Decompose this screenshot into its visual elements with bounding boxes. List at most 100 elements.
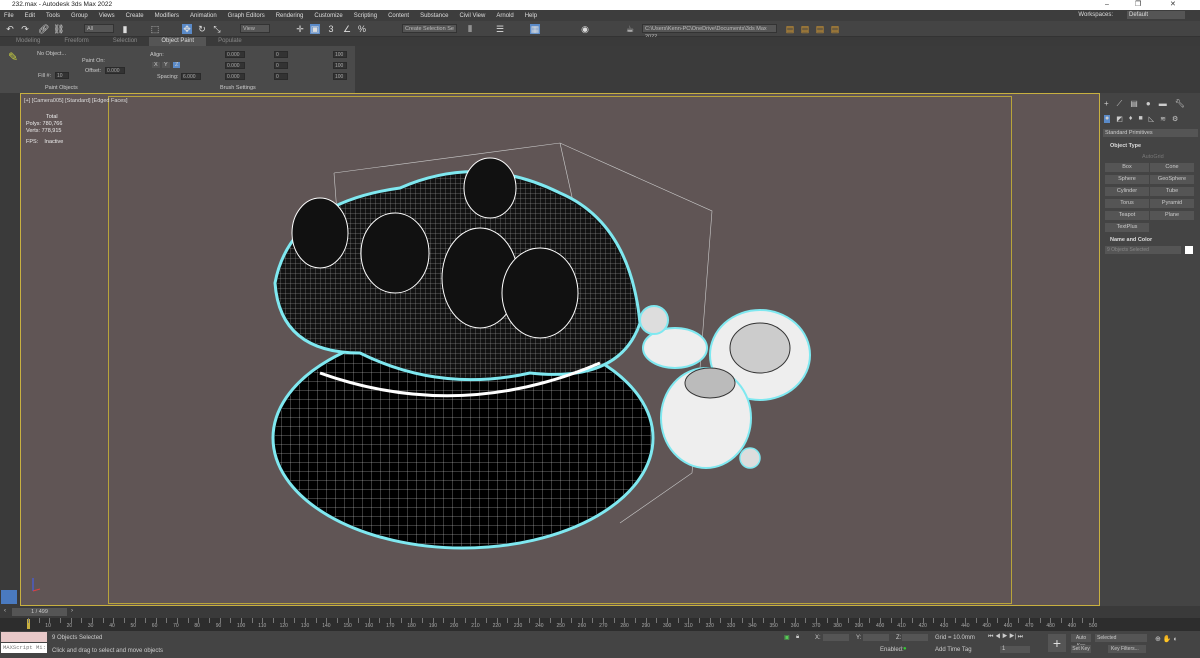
geosphere-button[interactable]: GeoSphere <box>1150 175 1194 184</box>
textplus-button[interactable]: TextPlus <box>1105 223 1149 232</box>
viewport-nav-icons[interactable]: ⊕ ✋ ◐ <box>1155 635 1178 643</box>
time-slider[interactable]: ‹ 1 / 499 › <box>0 606 1200 618</box>
align-dropdown[interactable]: Align: <box>150 52 164 58</box>
add-time-tag[interactable]: Add Time Tag <box>935 647 972 653</box>
project-icon[interactable]: ▤ <box>785 24 795 34</box>
z-spinner[interactable]: 0 <box>274 73 288 80</box>
maximize-button[interactable]: ❐ <box>1135 0 1141 10</box>
project-save-icon[interactable]: ▤ <box>815 24 825 34</box>
menu-group[interactable]: Group <box>71 13 88 19</box>
coord-z-field[interactable] <box>902 634 928 641</box>
object-color-swatch[interactable] <box>1185 246 1193 254</box>
menu-civil-view[interactable]: Civil View <box>459 13 485 19</box>
angle-snap-icon[interactable]: ∠ <box>342 24 352 34</box>
project-folder-dropdown[interactable]: C:\Users\Kenn-PC\OneDrive\Documents\3ds … <box>642 24 777 40</box>
paint-objects-group-label[interactable]: Paint Objects <box>45 85 78 91</box>
helpers-icon[interactable]: ◺ <box>1149 115 1154 123</box>
menu-modifiers[interactable]: Modifiers <box>155 13 179 19</box>
viewport-layout-button[interactable] <box>1 590 17 604</box>
set-key-button[interactable]: Set Key <box>1071 645 1091 653</box>
menu-rendering[interactable]: Rendering <box>276 13 304 19</box>
percent-snap-icon[interactable]: % <box>357 24 367 34</box>
coord-y-field[interactable] <box>863 634 889 641</box>
time-slider-thumb[interactable]: 1 / 499 <box>12 608 67 616</box>
minimize-button[interactable]: – <box>1105 0 1109 10</box>
playback-controls[interactable]: ⏮ ◀ ▶ ▶| ⏭ <box>988 634 1023 641</box>
create-tab-icon[interactable]: + <box>1104 99 1109 109</box>
y-spinner[interactable]: 0 <box>274 62 288 69</box>
teapot-button[interactable]: Teapot <box>1105 211 1149 220</box>
maxscript-mini-listener[interactable]: MAXScript Mi: <box>1 643 47 653</box>
track-bar[interactable]: 10 20 30 40 50 60 70 80 90 100 110 120 130 140 150 160 1… <box>0 618 1200 631</box>
menu-create[interactable]: Create <box>126 13 144 19</box>
utilities-tab-icon[interactable]: 🔧︎ <box>1175 99 1185 109</box>
geometry-icon[interactable]: ● <box>1104 115 1111 123</box>
menu-scripting[interactable]: Scripting <box>354 13 377 19</box>
paint-object-dropdown[interactable]: No Object... <box>37 51 66 57</box>
menu-graph-editors[interactable]: Graph Editors <box>228 13 265 19</box>
reference-coord-dropdown[interactable]: View <box>240 24 270 33</box>
spacewarps-icon[interactable]: ≋ <box>1160 115 1166 123</box>
spacing-spinner[interactable]: 6.000 <box>181 73 201 80</box>
tab-modeling[interactable]: Modeling <box>4 37 52 46</box>
scene-explorer-icon[interactable]: ☰ <box>495 24 505 34</box>
mirror-icon[interactable]: ⫴ <box>465 24 475 34</box>
key-mode-dropdown[interactable]: Selected <box>1095 634 1147 642</box>
redo-icon[interactable]: ↷ <box>20 24 30 34</box>
pyramid-button[interactable]: Pyramid <box>1150 199 1194 208</box>
modify-tab-icon[interactable]: ⟋ <box>1117 99 1123 109</box>
viewport-label-menu[interactable]: [+] [Camera005] [Standard] [Edged Faces] <box>24 98 128 104</box>
prev-frame-button[interactable]: ‹ <box>4 608 6 614</box>
torus-button[interactable]: Torus <box>1105 199 1149 208</box>
project-open-icon[interactable]: ▤ <box>800 24 810 34</box>
menu-substance[interactable]: Substance <box>420 13 448 19</box>
set-key-big-button[interactable]: + <box>1048 634 1066 652</box>
name-and-color-rollout[interactable]: Name and Color <box>1110 237 1152 243</box>
enabled-indicator-icon[interactable]: ● <box>903 646 907 652</box>
tube-button[interactable]: Tube <box>1150 187 1194 196</box>
sphere-button[interactable]: Sphere <box>1105 175 1149 184</box>
selection-lock-icon[interactable]: 🔒︎ <box>796 634 799 641</box>
selection-filter-dropdown[interactable]: All <box>84 24 114 33</box>
coord-x-field[interactable] <box>823 634 849 641</box>
menu-arnold[interactable]: Arnold <box>496 13 513 19</box>
align-x-button[interactable]: X <box>152 62 160 68</box>
key-filters-button[interactable]: Key Filters... <box>1108 645 1146 653</box>
menu-content[interactable]: Content <box>388 13 409 19</box>
workspaces-dropdown[interactable]: Default <box>1127 11 1185 19</box>
display-tab-icon[interactable]: ▬ <box>1159 99 1167 109</box>
w-spinner[interactable]: 0.000 <box>225 73 245 80</box>
current-frame-field[interactable]: 1 <box>1000 646 1030 653</box>
auto-key-button[interactable]: Auto Key <box>1071 634 1091 649</box>
object-type-rollout[interactable]: Object Type <box>1110 143 1141 149</box>
cone-button[interactable]: Cone <box>1150 163 1194 172</box>
align-z-button[interactable]: Z <box>173 62 181 68</box>
next-frame-button[interactable]: › <box>71 608 73 614</box>
shapes-icon[interactable]: ◩ <box>1116 115 1123 123</box>
menu-tools[interactable]: Tools <box>46 13 60 19</box>
select-object-icon[interactable]: ▮ <box>120 24 130 34</box>
systems-icon[interactable]: ⚙︎ <box>1172 115 1178 123</box>
plane-button[interactable]: Plane <box>1150 211 1194 220</box>
render-teapot-icon[interactable]: ☕︎ <box>625 24 635 34</box>
menu-help[interactable]: Help <box>525 13 537 19</box>
link-icon[interactable]: 🔗︎ <box>38 24 49 34</box>
keyboard-shortcut-icon[interactable]: ▣ <box>310 24 320 34</box>
scale-x-spinner[interactable]: 100 <box>333 51 347 58</box>
project-settings-icon[interactable]: ▤ <box>830 24 840 34</box>
autogrid-checkbox[interactable]: AutoGrid <box>1142 154 1164 160</box>
named-selection-dropdown[interactable]: Create Selection Se <box>402 24 457 33</box>
menu-animation[interactable]: Animation <box>190 13 217 19</box>
menu-file[interactable]: File <box>4 13 14 19</box>
menu-edit[interactable]: Edit <box>25 13 35 19</box>
align-y-button[interactable]: Y <box>162 62 170 68</box>
move-icon[interactable]: ✥ <box>182 24 192 34</box>
x-spinner[interactable]: 0 <box>274 51 288 58</box>
material-editor-icon[interactable]: ◉ <box>580 24 590 34</box>
tab-freeform[interactable]: Freeform <box>52 37 100 46</box>
undo-icon[interactable]: ↶ <box>5 24 15 34</box>
box-button[interactable]: Box <box>1105 163 1149 172</box>
unlink-icon[interactable]: ⛓︎ <box>53 24 64 34</box>
menu-views[interactable]: Views <box>99 13 115 19</box>
tab-selection[interactable]: Selection <box>101 37 150 46</box>
